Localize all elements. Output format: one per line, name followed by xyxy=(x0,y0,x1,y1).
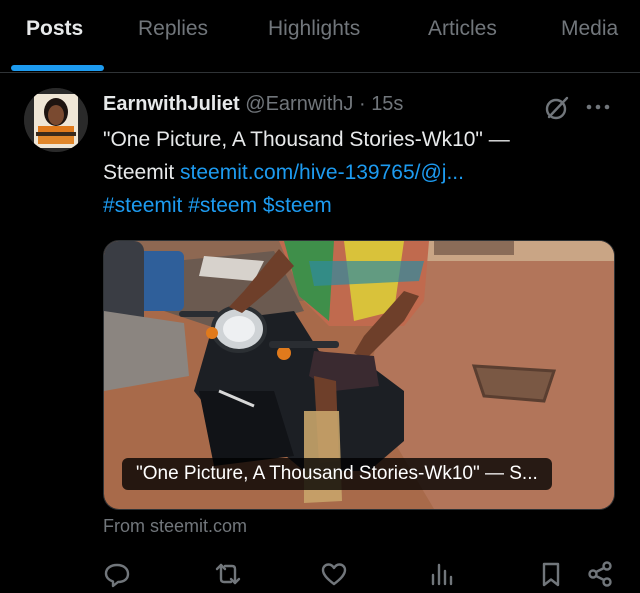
display-name[interactable]: EarnwithJuliet xyxy=(103,93,240,115)
user-handle[interactable]: @EarnwithJ xyxy=(245,93,353,115)
tab-replies[interactable]: Replies xyxy=(138,17,208,41)
link-card[interactable]: "One Picture, A Thousand Stories-Wk10" —… xyxy=(103,240,615,510)
profile-tabs: Posts Replies Highlights Articles Media xyxy=(0,0,640,73)
more-icon[interactable] xyxy=(584,96,612,118)
tweet-text-line-1: "One Picture, A Thousand Stories-Wk10" — xyxy=(103,128,510,151)
avatar[interactable] xyxy=(24,88,88,152)
like-icon[interactable] xyxy=(320,560,348,588)
retweet-icon[interactable] xyxy=(214,560,242,588)
hashtags[interactable]: #steemit #steem $steem xyxy=(103,192,332,220)
tab-articles[interactable]: Articles xyxy=(428,17,497,41)
reply-icon[interactable] xyxy=(103,560,131,588)
share-icon[interactable] xyxy=(586,560,614,588)
link-card-title[interactable]: "One Picture, A Thousand Stories-Wk10" —… xyxy=(122,458,552,490)
post-link[interactable]: steemit.com/hive-139765/@j... xyxy=(180,161,464,184)
link-source[interactable]: From steemit.com xyxy=(103,516,247,537)
separator-dot: · xyxy=(358,93,366,115)
timestamp[interactable]: 15s xyxy=(371,93,403,115)
tab-highlights[interactable]: Highlights xyxy=(268,17,360,41)
tab-media[interactable]: Media xyxy=(561,17,618,41)
tweet-text-line-2: Steemit steemit.com/hive-139765/@j... xyxy=(103,159,464,187)
active-tab-indicator xyxy=(11,65,104,71)
tweet-header: EarnwithJuliet @EarnwithJ · 15s xyxy=(103,93,403,116)
grok-icon[interactable] xyxy=(543,94,571,122)
bookmark-icon[interactable] xyxy=(537,560,565,588)
site-name: Steemit xyxy=(103,161,181,184)
views-icon[interactable] xyxy=(428,560,456,588)
avatar-image xyxy=(24,88,88,152)
tab-posts[interactable]: Posts xyxy=(26,17,83,41)
